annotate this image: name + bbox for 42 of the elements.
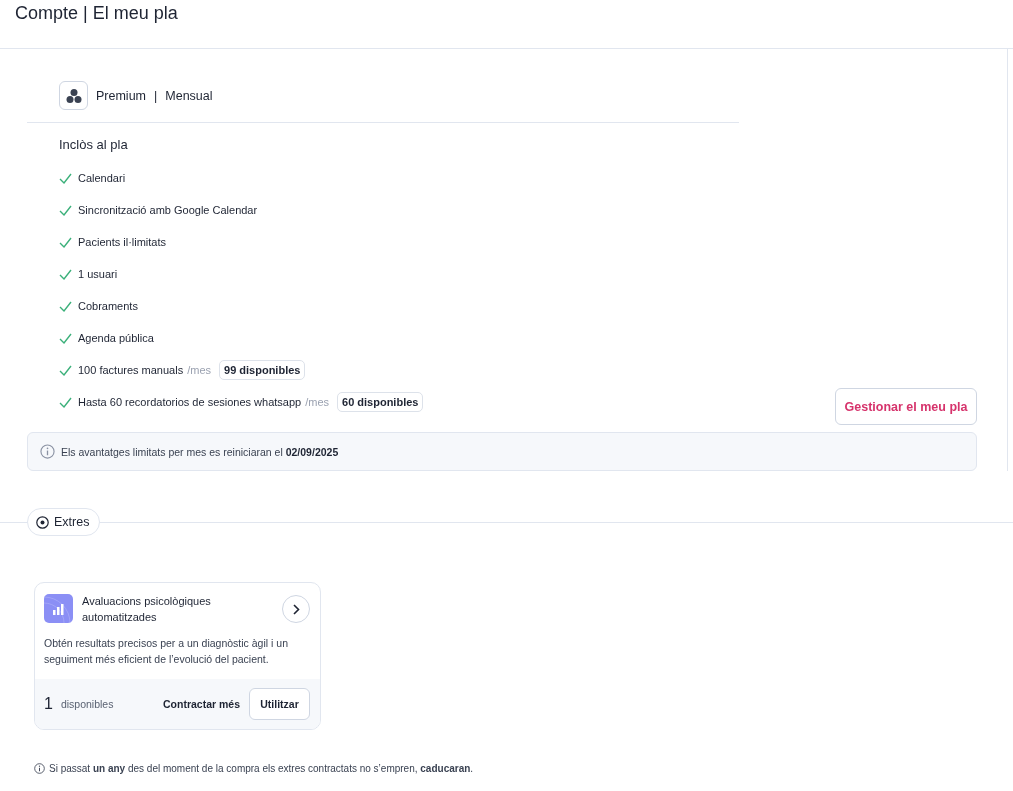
unit-text: /mes: [305, 396, 330, 408]
separator-text: |: [154, 88, 158, 103]
check-icon: [59, 300, 72, 312]
use-button[interactable]: Utilitzar: [249, 688, 310, 720]
feature-text: Hasta 60 recordatorios de sesiones whatsapp: [78, 396, 302, 408]
notice-text: Els avantatges limitats per mes es reiniciaran el 02/09/2025: [61, 445, 339, 458]
feature-text: Pacients il·limitats: [78, 236, 167, 248]
plan-period: Mensual: [165, 88, 213, 103]
feature-text: Agenda pública: [78, 332, 154, 344]
availability-badge: 60 disponibles: [337, 392, 424, 412]
feature-text: 1 usuari: [78, 268, 118, 280]
target-icon: [36, 515, 49, 529]
info-icon: [34, 763, 45, 774]
page-title: Compte | El meu pla: [14, 2, 179, 25]
check-icon: [59, 204, 72, 216]
plan-name: Premium: [96, 88, 146, 103]
availability-badge: 99 disponibles: [219, 360, 306, 380]
extra-title: Avaluacions psicològiques automatitzades: [82, 594, 212, 625]
plan-icon: [65, 87, 82, 104]
open-button[interactable]: [282, 595, 310, 623]
chevron-right-icon: [292, 603, 300, 615]
feature-text: 100 factures manuals: [78, 364, 184, 376]
info-icon: [40, 444, 55, 459]
extras-tab[interactable]: Extres: [27, 508, 101, 536]
section-heading: Inclòs al pla: [59, 137, 129, 154]
check-icon: [59, 332, 72, 344]
check-icon: [59, 364, 72, 376]
buy-more-link[interactable]: Contractar més: [162, 698, 240, 710]
check-icon: [59, 396, 72, 408]
check-icon: [59, 172, 72, 184]
chart-icon: [44, 594, 73, 623]
extra-description: Obtén resultats precisos per a un diagnòstic àgil i un seguiment més eficient de l’evolució del pacient.: [43, 636, 289, 667]
check-icon: [59, 268, 72, 280]
check-icon: [59, 236, 72, 248]
unit-text: /mes: [187, 364, 211, 376]
feature-text: Calendari: [78, 172, 126, 184]
count-label: disponibles: [60, 698, 114, 710]
footnote-text: Si passat un any des del moment de la compra els extres contractats no s’empren, caducaran.: [49, 763, 474, 774]
feature-text: Sincronització amb Google Calendar: [78, 204, 258, 216]
manage-plan-button[interactable]: Gestionar el meu pla: [835, 388, 977, 425]
feature-text: Cobraments: [78, 300, 138, 312]
count-text: 1: [44, 695, 53, 713]
